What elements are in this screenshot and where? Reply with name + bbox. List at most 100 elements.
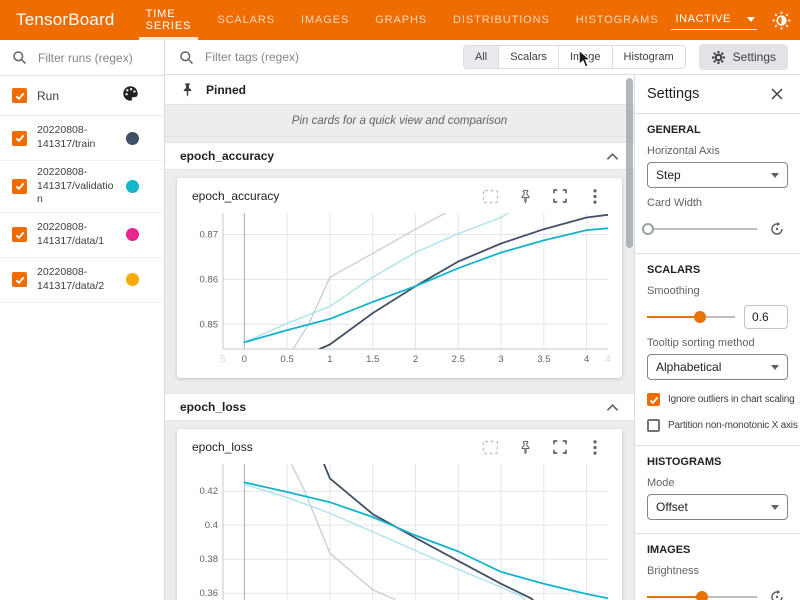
- line-chart-epoch-accuracy[interactable]: 0.850.860.8700.511.522.533.5454: [185, 209, 614, 372]
- svg-text:2.5: 2.5: [452, 354, 465, 365]
- filter-pill-scalars[interactable]: Scalars: [498, 46, 558, 68]
- pinned-empty-state: Pin cards for a quick view and compariso…: [165, 105, 634, 137]
- svg-text:0.36: 0.36: [200, 588, 219, 599]
- card-width-slider[interactable]: [647, 222, 757, 236]
- cards-area: Pinned Pin cards for a quick view and co…: [165, 75, 634, 600]
- app-header: TensorBoard TIME SERIESSCALARSIMAGESGRAP…: [0, 0, 800, 40]
- slider-thumb[interactable]: [642, 223, 654, 235]
- settings-histograms-section: HISTOGRAMS Mode Offset: [647, 446, 788, 533]
- svg-text:3: 3: [498, 354, 503, 365]
- filter-runs-input[interactable]: [36, 50, 148, 66]
- tab-images[interactable]: IMAGES: [288, 0, 362, 40]
- svg-text:1: 1: [327, 354, 332, 365]
- run-checkbox[interactable]: [12, 131, 27, 146]
- svg-text:0.42: 0.42: [200, 486, 219, 497]
- svg-text:1.5: 1.5: [366, 354, 379, 365]
- dashed-box-icon[interactable]: [481, 438, 499, 456]
- histogram-mode-value: Offset: [656, 500, 688, 514]
- slider-thumb[interactable]: [694, 311, 706, 323]
- histogram-mode-select[interactable]: Offset: [647, 494, 788, 520]
- tab-graphs[interactable]: GRAPHS: [362, 0, 440, 40]
- restore-icon[interactable]: [766, 586, 788, 600]
- fullscreen-icon[interactable]: [551, 438, 569, 456]
- svg-text:2: 2: [413, 354, 418, 365]
- section-title: epoch_accuracy: [180, 149, 274, 163]
- run-name: 20220808-141317/data/1: [37, 221, 119, 248]
- settings-panel-title: Settings: [647, 86, 699, 102]
- chevron-up-icon[interactable]: [606, 403, 619, 412]
- chevron-up-icon[interactable]: [606, 152, 619, 161]
- card-title: epoch_accuracy: [192, 189, 279, 203]
- run-checkbox[interactable]: [12, 227, 27, 242]
- pin-icon[interactable]: [516, 187, 534, 205]
- pin-icon[interactable]: [516, 438, 534, 456]
- svg-text:4: 4: [605, 354, 610, 365]
- select-all-runs-checkbox[interactable]: [12, 88, 27, 103]
- filter-tags-box: [179, 49, 393, 65]
- nav-tabs: TIME SERIESSCALARSIMAGESGRAPHSDISTRIBUTI…: [133, 0, 672, 40]
- ignore-outliers-label: Ignore outliers in chart scaling: [668, 394, 794, 405]
- tooltip-sorting-select[interactable]: Alphabetical: [647, 354, 788, 380]
- vertical-scrollbar-thumb[interactable]: [626, 78, 633, 248]
- run-color-dot: [126, 228, 139, 241]
- tab-distributions[interactable]: DISTRIBUTIONS: [440, 0, 563, 40]
- run-name: 20220808-141317/validation: [37, 166, 119, 207]
- smoothing-label: Smoothing: [647, 285, 788, 297]
- run-column-label: Run: [37, 89, 59, 103]
- section-epoch-loss[interactable]: epoch_loss: [165, 393, 634, 421]
- section-epoch-accuracy[interactable]: epoch_accuracy: [165, 142, 634, 170]
- status-select[interactable]: INACTIVE: [671, 10, 757, 30]
- filter-pill-histogram[interactable]: Histogram: [612, 46, 685, 68]
- caret-down-icon: [771, 173, 779, 178]
- smoothing-value-input[interactable]: [744, 305, 788, 329]
- tab-histograms[interactable]: HISTOGRAMS: [563, 0, 672, 40]
- pinned-section-header: Pinned: [165, 75, 634, 105]
- tags-toolbar: AllScalarsImageHistogram Settings: [165, 40, 800, 75]
- close-icon[interactable]: [766, 83, 788, 105]
- runs-sidebar: Run 20220808-141317/train20220808-141317…: [0, 40, 165, 600]
- more-menu-icon[interactable]: [586, 187, 604, 205]
- brightness-toggle-icon[interactable]: [770, 9, 792, 31]
- line-chart-epoch-loss[interactable]: 0.360.380.40.42: [185, 460, 614, 600]
- horizontal-axis-label: Horizontal Axis: [647, 145, 788, 157]
- header-controls: INACTIVE: [671, 0, 800, 40]
- run-row[interactable]: 20220808-141317/data/2: [0, 258, 164, 303]
- svg-text:0.86: 0.86: [200, 274, 219, 285]
- ignore-outliers-checkbox[interactable]: [647, 393, 660, 406]
- run-row[interactable]: 20220808-141317/train: [0, 116, 164, 161]
- tab-time-series[interactable]: TIME SERIES: [133, 0, 205, 40]
- filter-tags-input[interactable]: [203, 49, 393, 65]
- run-row[interactable]: 20220808-141317/validation: [0, 161, 164, 213]
- smoothing-slider[interactable]: [647, 310, 735, 324]
- run-list: 20220808-141317/train 20220808-141317/val…: [0, 116, 164, 303]
- slider-thumb[interactable]: [696, 591, 708, 600]
- dashed-box-icon[interactable]: [481, 187, 499, 205]
- chart-svg: 0.360.380.40.42: [185, 460, 614, 600]
- caret-down-icon: [747, 17, 755, 22]
- filter-pill-image[interactable]: Image: [558, 46, 612, 68]
- scalars-heading: SCALARS: [647, 264, 788, 276]
- run-name: 20220808-141317/train: [37, 124, 119, 151]
- brightness-slider[interactable]: [647, 590, 757, 600]
- tooltip-sorting-label: Tooltip sorting method: [647, 337, 788, 349]
- run-row[interactable]: 20220808-141317/data/1: [0, 213, 164, 258]
- status-select-value: INACTIVE: [675, 13, 731, 25]
- svg-text:0.87: 0.87: [200, 230, 219, 241]
- fullscreen-icon[interactable]: [551, 187, 569, 205]
- svg-text:3.5: 3.5: [537, 354, 550, 365]
- horizontal-axis-value: Step: [656, 168, 681, 182]
- run-checkbox[interactable]: [12, 272, 27, 287]
- app-logo: TensorBoard: [0, 0, 133, 40]
- partition-x-axis-checkbox[interactable]: [647, 419, 660, 432]
- restore-icon[interactable]: [766, 218, 788, 240]
- scalar-card-epoch-loss: epoch_loss: [177, 429, 622, 600]
- tab-scalars[interactable]: SCALARS: [204, 0, 288, 40]
- more-menu-icon[interactable]: [586, 438, 604, 456]
- section-title: epoch_loss: [180, 400, 246, 414]
- horizontal-axis-select[interactable]: Step: [647, 162, 788, 188]
- caret-down-icon: [771, 505, 779, 510]
- palette-icon[interactable]: [122, 85, 139, 107]
- run-checkbox[interactable]: [12, 179, 27, 194]
- settings-button[interactable]: Settings: [699, 44, 788, 70]
- filter-pill-all[interactable]: All: [464, 46, 498, 68]
